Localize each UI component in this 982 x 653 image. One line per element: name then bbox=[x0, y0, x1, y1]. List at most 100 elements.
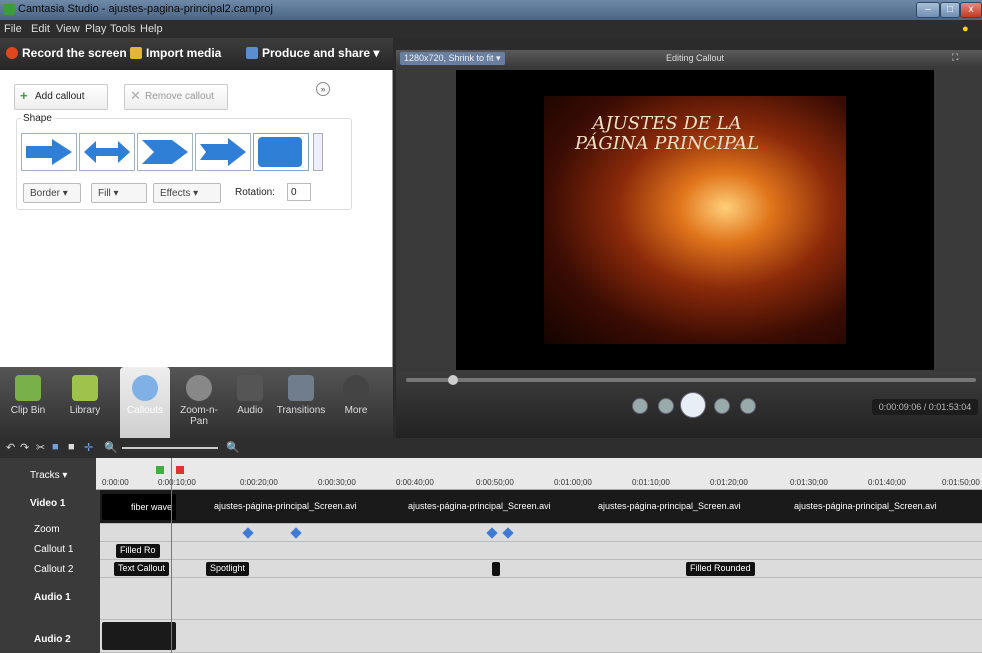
video-frame[interactable]: AJUSTES DE LA PÁGINA PRINCIPAL bbox=[544, 96, 846, 344]
track-name-audio2: Audio 2 bbox=[34, 634, 71, 645]
title-bar: Camtasia Studio - ajustes-pagina-princip… bbox=[0, 0, 982, 20]
shape-notched-arrow[interactable] bbox=[195, 133, 251, 171]
shape-chevron-arrow[interactable] bbox=[137, 133, 193, 171]
zoom-slider[interactable] bbox=[122, 447, 218, 449]
shape-scrollbar[interactable] bbox=[313, 133, 323, 171]
transitions-icon bbox=[288, 375, 314, 401]
record-screen-button[interactable]: Record the screen ▾ bbox=[6, 46, 136, 60]
callout-clip-filled-rounded[interactable]: Filled Ro bbox=[116, 544, 160, 558]
menu-play[interactable]: Play bbox=[85, 23, 106, 35]
track-zoom bbox=[100, 524, 982, 542]
track-name-zoom: Zoom bbox=[34, 524, 60, 535]
video-clip-screen[interactable]: ajustes-página-principal_Screen.avi bbox=[210, 500, 361, 514]
callout-text[interactable]: AJUSTES DE LA PÁGINA PRINCIPAL bbox=[562, 114, 772, 154]
shape-double-arrow[interactable] bbox=[79, 133, 135, 171]
paste-icon[interactable]: ■ bbox=[68, 441, 75, 453]
menu-file[interactable]: File bbox=[4, 23, 22, 35]
lightbulb-icon[interactable]: ● bbox=[962, 23, 969, 35]
menu-tools[interactable]: Tools bbox=[110, 23, 136, 35]
tab-transitions[interactable]: Transitions bbox=[274, 367, 328, 438]
redo-icon[interactable]: ↷ bbox=[20, 441, 29, 454]
track-name-video1: Video 1 bbox=[30, 498, 66, 509]
zoom-marker[interactable] bbox=[486, 527, 498, 539]
minimize-button[interactable]: – bbox=[916, 2, 940, 18]
track-callout2: Text Callout Spotlight Filled Rounded bbox=[100, 560, 982, 578]
video-clip-screen[interactable]: ajustes-página-principal_Screen.avi bbox=[790, 500, 941, 514]
track-name-callout2: Callout 2 bbox=[34, 564, 74, 575]
ruler-tick: 0:00:40;00 bbox=[396, 478, 434, 487]
zoom-marker[interactable] bbox=[242, 527, 254, 539]
import-media-button[interactable]: Import media bbox=[130, 46, 221, 60]
canvas-size-dropdown[interactable]: 1280x720, Shrink to fit ▾ bbox=[400, 52, 505, 65]
ruler-tick: 0:00:30;00 bbox=[318, 478, 356, 487]
track-callout1: Filled Ro bbox=[100, 542, 982, 560]
ruler-tick: 0:00:20;00 bbox=[240, 478, 278, 487]
callout-clip-spotlight[interactable]: Spotlight bbox=[206, 562, 250, 576]
remove-callout-button[interactable]: ✕ Remove callout bbox=[124, 84, 228, 110]
rotation-input[interactable]: 0 bbox=[287, 183, 311, 201]
rotation-label: Rotation: bbox=[235, 187, 276, 198]
app-icon bbox=[4, 4, 15, 15]
split-icon[interactable]: ✛ bbox=[84, 441, 93, 454]
selection-marker-start[interactable] bbox=[156, 466, 164, 474]
main-toolbar: Record the screen ▾ Import media Produce… bbox=[0, 38, 393, 70]
video-clip-fiber-wave[interactable]: fiber wave bbox=[102, 494, 176, 520]
tab-audio[interactable]: Audio bbox=[230, 367, 270, 438]
preview-toolbar: 1280x720, Shrink to fit ▾ Editing Callou… bbox=[396, 50, 982, 66]
menu-view[interactable]: View bbox=[56, 23, 80, 35]
tab-library[interactable]: Library bbox=[60, 367, 110, 438]
shape-rounded-rect[interactable] bbox=[253, 133, 309, 171]
rewind-icon[interactable] bbox=[658, 398, 674, 414]
seek-handle[interactable] bbox=[448, 375, 458, 385]
audio-clip-waveform[interactable] bbox=[102, 622, 176, 650]
copy-icon[interactable]: ■ bbox=[52, 441, 59, 453]
tab-callouts[interactable]: Callouts bbox=[120, 367, 170, 438]
collapse-icon[interactable]: » bbox=[316, 82, 330, 96]
produce-share-button[interactable]: Produce and share ▾ bbox=[246, 46, 379, 60]
close-button[interactable]: x bbox=[960, 2, 982, 18]
undo-icon[interactable]: ↶ bbox=[6, 441, 15, 454]
ruler-tick: 0:01:00;00 bbox=[554, 478, 592, 487]
remove-icon: ✕ bbox=[130, 88, 141, 103]
folder-icon bbox=[130, 47, 142, 59]
zoom-in-icon[interactable]: 🔍 bbox=[226, 441, 240, 454]
callout-clip-marker[interactable] bbox=[492, 562, 500, 576]
library-icon bbox=[72, 375, 98, 401]
forward-icon[interactable] bbox=[714, 398, 730, 414]
zoom-icon bbox=[186, 375, 212, 401]
track-name-audio1: Audio 1 bbox=[34, 592, 71, 603]
callout-clip-filled-rounded[interactable]: Filled Rounded bbox=[686, 562, 755, 576]
border-dropdown[interactable]: Border ▾ bbox=[23, 183, 81, 203]
tab-clip-bin[interactable]: Clip Bin bbox=[6, 367, 50, 438]
timeline-ruler[interactable]: 0:00:00 0:00:10;00 0:00:20;00 0:00:30;00… bbox=[96, 458, 982, 490]
skip-back-icon[interactable] bbox=[632, 398, 648, 414]
fullscreen-icon[interactable]: ⛶ bbox=[952, 52, 958, 63]
callout-icon bbox=[132, 375, 158, 401]
selection-marker-end[interactable] bbox=[176, 466, 184, 474]
skip-forward-icon[interactable] bbox=[740, 398, 756, 414]
cut-icon[interactable]: ✂ bbox=[36, 441, 45, 454]
play-icon[interactable] bbox=[680, 392, 706, 418]
zoom-out-icon[interactable]: 🔍 bbox=[104, 441, 118, 454]
tab-zoom-n-pan[interactable]: Zoom-n-Pan bbox=[174, 367, 224, 438]
track-video1: fiber wave ajustes-página-principal_Scre… bbox=[100, 490, 982, 524]
ruler-tick: 0:01:50;00 bbox=[942, 478, 980, 487]
maximize-button[interactable]: □ bbox=[940, 2, 960, 18]
playhead[interactable] bbox=[171, 458, 172, 653]
menu-help[interactable]: Help bbox=[140, 23, 163, 35]
tracks-menu[interactable]: Tracks ▾ bbox=[30, 470, 67, 481]
tab-more[interactable]: More bbox=[336, 367, 376, 438]
seek-track[interactable] bbox=[406, 378, 976, 382]
video-clip-screen[interactable]: ajustes-página-principal_Screen.avi bbox=[404, 500, 555, 514]
video-clip-screen[interactable]: ajustes-página-principal_Screen.avi bbox=[594, 500, 745, 514]
ruler-tick: 0:00:50;00 bbox=[476, 478, 514, 487]
track-header: Tracks ▾ Video 1 Zoom Callout 1 Callout … bbox=[0, 458, 100, 653]
menu-edit[interactable]: Edit bbox=[31, 23, 50, 35]
shape-right-arrow[interactable] bbox=[21, 133, 77, 171]
effects-dropdown[interactable]: Effects ▾ bbox=[153, 183, 221, 203]
fill-dropdown[interactable]: Fill ▾ bbox=[91, 183, 147, 203]
add-callout-button[interactable]: + Add callout bbox=[14, 84, 108, 110]
zoom-marker[interactable] bbox=[502, 527, 514, 539]
callout-clip-text[interactable]: Text Callout bbox=[114, 562, 170, 576]
zoom-marker[interactable] bbox=[290, 527, 302, 539]
